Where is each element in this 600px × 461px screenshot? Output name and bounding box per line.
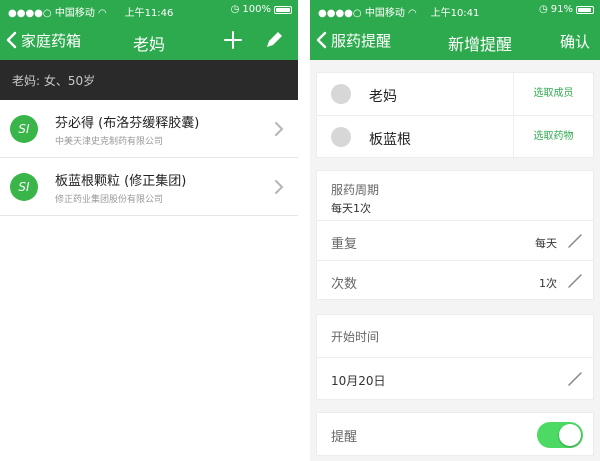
avatar-icon bbox=[331, 84, 351, 104]
alarm-icon: ◷ bbox=[539, 4, 548, 15]
start-time-header: 开始时间 bbox=[317, 315, 593, 358]
repeat-label: 重复 bbox=[331, 237, 358, 252]
list-item[interactable]: SI 芬必得 (布洛芬缓释胶囊) 中美天津史克制药有限公司 bbox=[0, 100, 298, 158]
drug-name: 芬必得 (布洛芬缓释胶囊) bbox=[55, 116, 200, 131]
times-row[interactable]: 次数 1次 bbox=[317, 261, 593, 301]
nav-bar: 服药提醒 新增提醒 确认 bbox=[310, 20, 600, 60]
drug-logo-icon: SI bbox=[10, 115, 38, 143]
drug-logo-icon: SI bbox=[10, 173, 38, 201]
battery-indicator: ◷ 100% bbox=[231, 4, 292, 15]
repeat-row[interactable]: 重复 每天 bbox=[317, 221, 593, 261]
member-row[interactable]: 老妈 选取成员 bbox=[317, 73, 593, 116]
start-date-value: 10月20日 bbox=[331, 374, 386, 388]
reminder-toggle[interactable] bbox=[537, 422, 583, 448]
chevron-left-icon bbox=[316, 31, 327, 49]
drug-manufacturer: 中美天津史克制药有限公司 bbox=[55, 137, 164, 147]
nav-bar: 家庭药箱 老妈 bbox=[0, 20, 298, 60]
pill-icon bbox=[331, 127, 351, 147]
times-value: 1次 bbox=[539, 277, 557, 290]
selection-card: 老妈 选取成员 板蓝根 选取药物 bbox=[316, 72, 594, 159]
member-info-bar: 老妈: 女、50岁 bbox=[0, 60, 298, 100]
cycle-value: 每天1次 bbox=[331, 202, 371, 215]
member-name: 老妈 bbox=[369, 89, 397, 105]
pencil-icon[interactable] bbox=[567, 371, 583, 387]
alarm-icon: ◷ bbox=[230, 4, 240, 15]
repeat-value: 每天 bbox=[535, 237, 557, 250]
battery-icon bbox=[274, 5, 292, 14]
list-item[interactable]: SI 板蓝根颗粒 (修正集团) 修正药业集团股份有限公司 bbox=[0, 158, 298, 216]
reminder-card: 提醒 bbox=[316, 412, 594, 456]
pencil-icon[interactable] bbox=[567, 233, 583, 249]
select-medicine-button[interactable]: 选取药物 bbox=[513, 116, 593, 159]
status-bar: ●●●●○ 中国移动 ◠ 上午10:41 ◷ 91% bbox=[310, 0, 600, 20]
cycle-row: 服药周期 每天1次 bbox=[317, 171, 593, 221]
status-bar: ●●●●○ 中国移动 ◠ 上午11:46 ◷ 100% bbox=[0, 0, 298, 20]
pencil-icon[interactable] bbox=[263, 29, 285, 51]
battery-indicator: ◷ 91% bbox=[539, 4, 594, 15]
toggle-knob bbox=[559, 424, 581, 446]
times-label: 次数 bbox=[331, 277, 358, 292]
chevron-right-icon bbox=[275, 122, 284, 136]
start-date-row[interactable]: 10月20日 bbox=[317, 358, 593, 401]
select-member-button[interactable]: 选取成员 bbox=[513, 73, 593, 115]
plus-icon[interactable] bbox=[222, 29, 244, 51]
start-time-card: 开始时间 10月20日 bbox=[316, 314, 594, 400]
medicine-row[interactable]: 板蓝根 选取药物 bbox=[317, 116, 593, 159]
medicine-cabinet-screen: ●●●●○ 中国移动 ◠ 上午11:46 ◷ 100% 家庭药箱 老妈 老妈: … bbox=[0, 0, 298, 461]
page-title: 老妈 bbox=[132, 35, 165, 54]
reminder-row: 提醒 bbox=[317, 413, 593, 457]
reminder-label: 提醒 bbox=[331, 430, 358, 445]
drug-name: 板蓝根颗粒 (修正集团) bbox=[55, 174, 187, 189]
pencil-icon[interactable] bbox=[567, 273, 583, 289]
chevron-right-icon bbox=[275, 180, 284, 194]
cycle-label: 服药周期 bbox=[331, 183, 380, 197]
medicine-name: 板蓝根 bbox=[369, 132, 411, 148]
add-reminder-screen: ●●●●○ 中国移动 ◠ 上午10:41 ◷ 91% 服药提醒 新增提醒 确认 … bbox=[310, 0, 600, 461]
drug-manufacturer: 修正药业集团股份有限公司 bbox=[55, 195, 164, 205]
battery-icon bbox=[576, 5, 594, 14]
confirm-button[interactable]: 确认 bbox=[560, 31, 590, 52]
schedule-card: 服药周期 每天1次 重复 每天 次数 1次 bbox=[316, 170, 594, 300]
start-time-label: 开始时间 bbox=[331, 330, 380, 344]
